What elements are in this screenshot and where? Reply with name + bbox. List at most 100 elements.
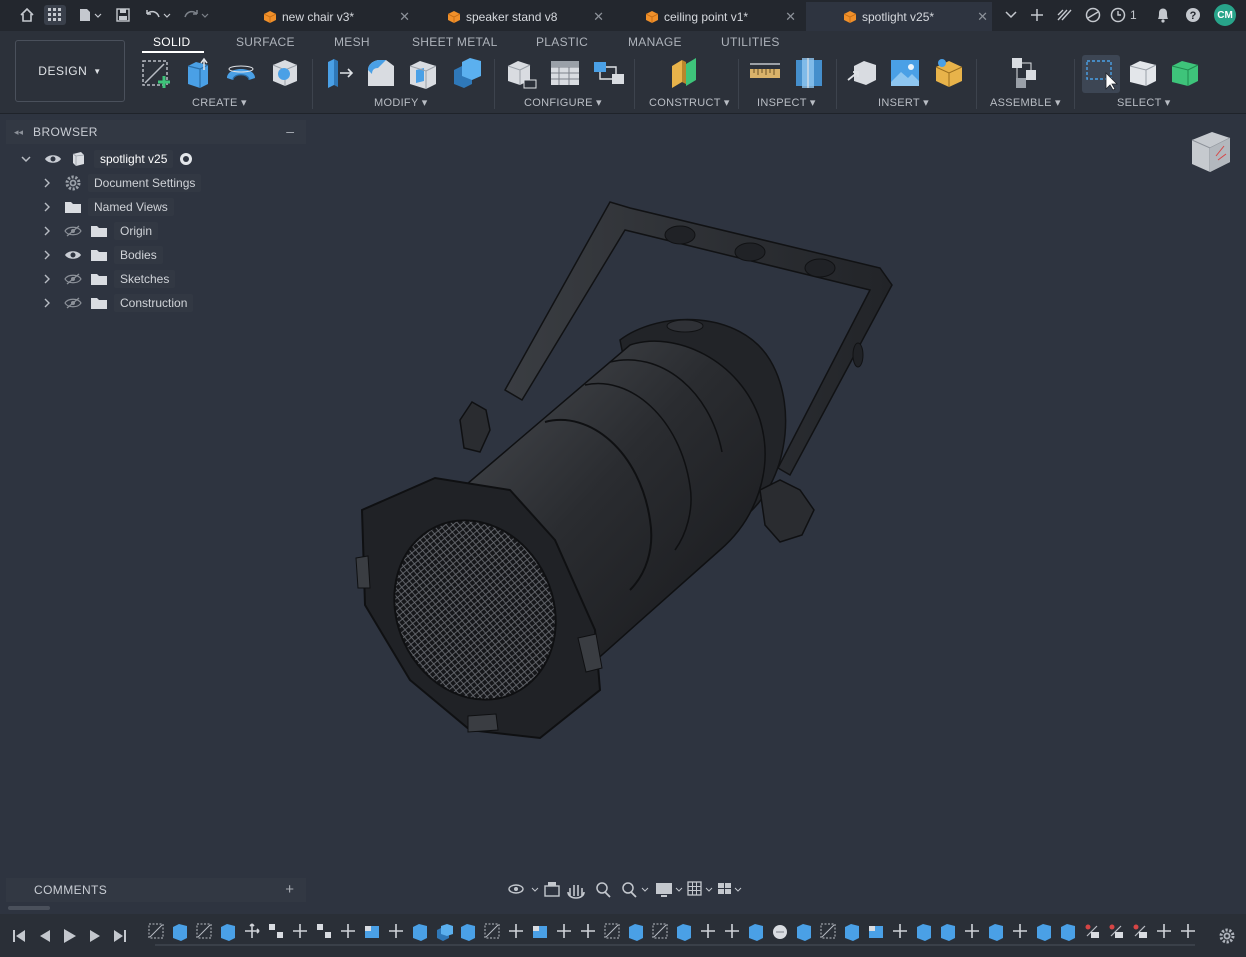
insert-canvas-icon[interactable] bbox=[888, 56, 922, 90]
notifications-bell-icon[interactable] bbox=[1152, 5, 1174, 25]
viewports-icon[interactable] bbox=[718, 883, 731, 894]
configure-model-icon[interactable] bbox=[504, 56, 538, 90]
extrude-icon[interactable] bbox=[182, 56, 216, 90]
hidden-eye-icon[interactable] bbox=[64, 296, 82, 310]
fillet-icon[interactable] bbox=[364, 56, 398, 90]
data-panel-grid-icon[interactable] bbox=[44, 5, 66, 25]
close-tab-icon[interactable]: ✕ bbox=[399, 9, 410, 25]
section-analysis-icon[interactable] bbox=[792, 56, 826, 90]
visibility-eye-icon[interactable] bbox=[64, 248, 82, 262]
display-settings-icon[interactable] bbox=[656, 883, 672, 897]
minimize-panel-icon[interactable]: – bbox=[286, 123, 294, 139]
viewcube[interactable] bbox=[1188, 126, 1234, 178]
tab-utilities[interactable]: UTILITIES bbox=[721, 35, 780, 49]
zoom-icon[interactable] bbox=[596, 882, 611, 898]
undo-icon[interactable] bbox=[142, 5, 172, 25]
look-at-icon[interactable] bbox=[544, 882, 560, 897]
close-tab-icon[interactable]: ✕ bbox=[785, 9, 796, 25]
fit-zoom-icon[interactable] bbox=[622, 882, 637, 898]
spotlight-3d-model[interactable] bbox=[340, 190, 920, 750]
workspace-switcher-button[interactable]: DESIGN ▼ bbox=[15, 40, 125, 102]
chevron-right-icon[interactable] bbox=[42, 249, 52, 261]
orbit-dropdown-icon[interactable] bbox=[531, 887, 539, 892]
chevron-right-icon[interactable] bbox=[42, 225, 52, 237]
home-icon[interactable] bbox=[16, 5, 38, 25]
revolve-icon[interactable] bbox=[224, 56, 258, 90]
press-pull-icon[interactable] bbox=[322, 56, 356, 90]
group-configure[interactable]: CONFIGURE ▾ bbox=[524, 96, 602, 109]
chevron-right-icon[interactable] bbox=[42, 273, 52, 285]
display-dropdown-icon[interactable] bbox=[675, 887, 683, 892]
insert-derive-icon[interactable] bbox=[846, 56, 880, 90]
timeline-settings-gear-icon[interactable] bbox=[1218, 927, 1236, 945]
grid-dropdown-icon[interactable] bbox=[705, 887, 713, 892]
extensions-icon[interactable] bbox=[1054, 5, 1076, 25]
document-tab-new-chair[interactable]: new chair v3* ✕ bbox=[246, 2, 414, 31]
browser-item-origin[interactable]: Origin bbox=[42, 220, 159, 242]
panel-resize-handle[interactable] bbox=[8, 906, 50, 910]
save-icon[interactable] bbox=[112, 5, 134, 25]
file-menu-icon[interactable] bbox=[76, 5, 104, 25]
group-assemble[interactable]: ASSEMBLE ▾ bbox=[990, 96, 1061, 109]
tab-plastic[interactable]: PLASTIC bbox=[536, 35, 588, 49]
group-select[interactable]: SELECT ▾ bbox=[1117, 96, 1171, 109]
hidden-eye-icon[interactable] bbox=[64, 272, 82, 286]
browser-item-bodies[interactable]: Bodies bbox=[42, 244, 163, 266]
zoom-dropdown-icon[interactable] bbox=[641, 887, 649, 892]
browser-item-construction[interactable]: Construction bbox=[42, 292, 194, 314]
collapse-panel-icon[interactable]: ◂◂ bbox=[14, 127, 23, 138]
group-insert[interactable]: INSERT ▾ bbox=[878, 96, 929, 109]
user-avatar[interactable]: CM bbox=[1214, 4, 1236, 26]
close-tab-icon[interactable]: ✕ bbox=[593, 9, 604, 25]
visibility-eye-icon[interactable] bbox=[44, 153, 62, 165]
new-tab-plus-icon[interactable] bbox=[1026, 5, 1048, 25]
offset-plane-icon[interactable] bbox=[668, 56, 702, 90]
help-icon[interactable]: ? bbox=[1182, 5, 1204, 25]
configuration-table-icon[interactable] bbox=[548, 56, 582, 90]
shell-box-icon[interactable] bbox=[268, 56, 302, 90]
step-forward-icon[interactable] bbox=[90, 930, 100, 942]
group-create[interactable]: CREATE ▾ bbox=[192, 96, 247, 109]
timeline-feature-icons[interactable] bbox=[148, 923, 1195, 941]
pan-hand-icon[interactable] bbox=[567, 885, 585, 899]
combine-icon[interactable] bbox=[450, 56, 484, 90]
redo-icon[interactable] bbox=[180, 5, 210, 25]
play-icon[interactable] bbox=[64, 929, 76, 943]
new-component-icon[interactable] bbox=[1008, 56, 1042, 90]
tab-overflow-chevron-icon[interactable] bbox=[1000, 5, 1022, 25]
tab-mesh[interactable]: MESH bbox=[334, 35, 370, 49]
go-to-end-icon[interactable] bbox=[114, 930, 126, 942]
insert-mcmaster-icon[interactable] bbox=[932, 56, 966, 90]
configuration-rules-icon[interactable] bbox=[592, 56, 626, 90]
step-back-icon[interactable] bbox=[40, 930, 50, 942]
group-construct[interactable]: CONSTRUCT ▾ bbox=[649, 96, 730, 109]
chevron-right-icon[interactable] bbox=[42, 297, 52, 309]
document-tab-ceiling-point[interactable]: ceiling point v1* ✕ bbox=[628, 2, 800, 31]
viewports-dropdown-icon[interactable] bbox=[734, 887, 742, 892]
browser-item-document-settings[interactable]: Document Settings bbox=[42, 172, 202, 194]
browser-item-sketches[interactable]: Sketches bbox=[42, 268, 176, 290]
create-sketch-icon[interactable] bbox=[140, 56, 174, 90]
timeline-features[interactable] bbox=[145, 920, 1205, 950]
document-tab-speaker-stand[interactable]: speaker stand v8 ✕ bbox=[430, 2, 608, 31]
select-body-icon[interactable] bbox=[1126, 56, 1160, 90]
online-status-icon[interactable] bbox=[1082, 5, 1104, 25]
group-inspect[interactable]: INSPECT ▾ bbox=[757, 96, 816, 109]
document-tab-spotlight[interactable]: spotlight v25* ✕ bbox=[806, 2, 992, 31]
group-modify[interactable]: MODIFY ▾ bbox=[374, 96, 428, 109]
chevron-right-icon[interactable] bbox=[42, 201, 52, 213]
orbit-icon[interactable] bbox=[508, 884, 524, 894]
select-tool-button[interactable] bbox=[1082, 55, 1120, 93]
tab-solid[interactable]: SOLID bbox=[153, 35, 191, 49]
go-to-start-icon[interactable] bbox=[13, 930, 25, 942]
select-through-icon[interactable] bbox=[1168, 56, 1202, 90]
active-component-radio-icon[interactable] bbox=[179, 152, 193, 166]
tab-manage[interactable]: MANAGE bbox=[628, 35, 682, 49]
tab-surface[interactable]: SURFACE bbox=[236, 35, 295, 49]
chevron-right-icon[interactable] bbox=[42, 177, 52, 189]
add-comment-plus-icon[interactable]: + bbox=[285, 881, 294, 898]
chevron-down-icon[interactable] bbox=[20, 153, 32, 165]
hidden-eye-icon[interactable] bbox=[64, 224, 82, 238]
tab-sheet-metal[interactable]: SHEET METAL bbox=[412, 35, 498, 49]
measure-icon[interactable] bbox=[748, 56, 782, 90]
